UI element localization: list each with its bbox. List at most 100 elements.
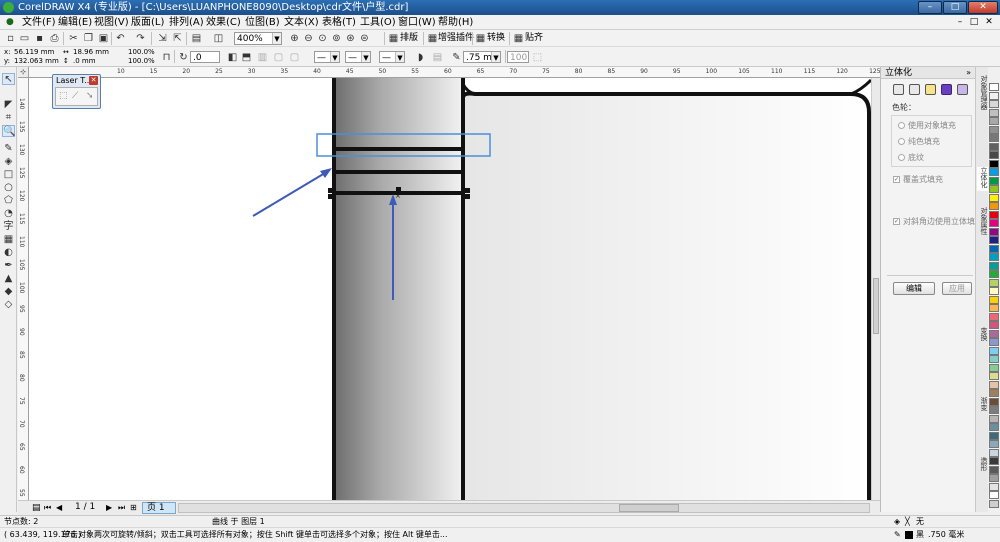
- start-arrow-select[interactable]: — ▼: [314, 51, 340, 63]
- selection-handle[interactable]: [328, 194, 333, 199]
- menu-edit[interactable]: 编辑(E): [58, 16, 92, 29]
- zoom-tool-icon[interactable]: 🔍: [2, 125, 15, 137]
- outline-tool-icon[interactable]: ▲: [2, 273, 15, 285]
- menu-view[interactable]: 视图(V): [94, 16, 129, 29]
- pick-tool-icon[interactable]: ↖: [2, 73, 15, 85]
- palette-swatch[interactable]: [989, 108, 999, 117]
- menu-text[interactable]: 文本(X): [284, 16, 319, 29]
- horizontal-ruler[interactable]: 10 15 20 25 30 35 40 45 50 55 60 65 70 75 80 85 90 95 100 1…: [29, 67, 880, 78]
- laser-arrow-icon[interactable]: ➘: [86, 91, 94, 101]
- palette-swatch[interactable]: [989, 193, 999, 202]
- horizontal-scroll-thumb[interactable]: [619, 504, 679, 512]
- extrude-rotation-icon[interactable]: [909, 84, 920, 95]
- palette-swatch[interactable]: [989, 448, 999, 457]
- doc-minimize-button[interactable]: –: [954, 16, 966, 28]
- freehand-tool-icon[interactable]: ✎: [2, 143, 15, 155]
- crop-tool-icon[interactable]: ⌗: [2, 112, 15, 124]
- mirror-horizontal-icon[interactable]: ◧: [226, 51, 239, 64]
- palette-swatch[interactable]: [989, 491, 999, 499]
- enhance-plugin-label[interactable]: 增强插件: [438, 32, 474, 45]
- palette-swatch[interactable]: [989, 440, 999, 448]
- previous-page-icon[interactable]: ◀: [56, 503, 62, 512]
- palette-swatch[interactable]: [989, 270, 999, 278]
- text-tool-icon[interactable]: 字: [2, 221, 15, 233]
- last-page-icon[interactable]: ⏭: [118, 503, 125, 513]
- wrap-text-icon[interactable]: ▤: [431, 51, 444, 64]
- palette-swatch[interactable]: [989, 414, 999, 423]
- shape-tool-icon[interactable]: ◤: [2, 99, 15, 111]
- tab-object-manager[interactable]: 对象管理器: [977, 75, 988, 119]
- menu-bitmaps[interactable]: 位图(B): [245, 16, 280, 29]
- close-button[interactable]: ✕: [968, 1, 998, 14]
- palette-swatch[interactable]: [989, 389, 999, 397]
- palette-swatch[interactable]: [989, 142, 999, 151]
- palette-swatch[interactable]: [989, 295, 999, 304]
- maximize-button[interactable]: □: [943, 1, 967, 14]
- zoom-icon-4[interactable]: ⊚: [330, 32, 343, 45]
- rotation-angle-field[interactable]: .0: [190, 51, 220, 63]
- zoom-icon[interactable]: ⊕: [288, 32, 301, 45]
- x-position-field[interactable]: 56.119 mm: [14, 48, 54, 57]
- welcome-screen-icon[interactable]: ◫: [212, 32, 225, 45]
- palette-swatch[interactable]: [989, 397, 999, 406]
- tab-transform[interactable]: 变换: [977, 327, 988, 351]
- menu-layout[interactable]: 版面(L): [131, 16, 164, 29]
- zoom-icon-3[interactable]: ⊙: [316, 32, 329, 45]
- palette-swatch[interactable]: [989, 499, 999, 508]
- convert-plugin-label[interactable]: 转换: [487, 32, 505, 45]
- menu-window[interactable]: 窗口(W): [398, 16, 436, 29]
- menu-help[interactable]: 帮助(H): [438, 16, 473, 29]
- vertical-scroll-thumb[interactable]: [873, 278, 879, 334]
- palette-swatch[interactable]: [989, 244, 999, 253]
- interactive-fill-tool-icon[interactable]: ◇: [2, 299, 15, 311]
- tab-shaping[interactable]: 造形: [977, 457, 988, 481]
- redo-icon[interactable]: ↷: [134, 32, 147, 45]
- extrude-lighting-icon[interactable]: [925, 84, 936, 95]
- scale-y-field[interactable]: 100.0: [128, 57, 148, 66]
- palette-swatch[interactable]: [989, 117, 999, 125]
- palette-swatch[interactable]: [989, 202, 999, 210]
- layout-plugin-icon[interactable]: ▦: [387, 32, 400, 45]
- palette-swatch[interactable]: [989, 431, 999, 440]
- overlay-fill-checkbox[interactable]: ✓: [893, 176, 900, 183]
- palette-swatch[interactable]: [989, 219, 999, 227]
- laser-dialog-close-button[interactable]: ✕: [89, 76, 98, 85]
- palette-swatch[interactable]: [989, 372, 999, 380]
- palette-swatch[interactable]: [989, 176, 999, 185]
- y-position-field[interactable]: 132.063 mm: [14, 57, 59, 66]
- drawing-canvas[interactable]: ×: [29, 78, 871, 500]
- align-icon[interactable]: ▥: [256, 51, 269, 64]
- width-field[interactable]: 18.96 mm: [73, 48, 109, 57]
- vertical-scrollbar[interactable]: [871, 78, 880, 500]
- palette-swatch[interactable]: [989, 125, 999, 134]
- extrude-bevel-icon[interactable]: [957, 84, 968, 95]
- laser-tool-icon[interactable]: ⬚: [59, 91, 68, 101]
- palette-swatch[interactable]: [989, 346, 999, 355]
- edit-button[interactable]: 编辑: [893, 282, 935, 295]
- doc-restore-button[interactable]: □: [968, 16, 980, 28]
- palette-swatch[interactable]: [989, 474, 999, 482]
- vertical-ruler[interactable]: 140 135 130 125 120 115 110 105 100 95 90 85 80 75 70 6…: [18, 78, 29, 500]
- palette-swatch[interactable]: [989, 168, 999, 176]
- apply-button[interactable]: 应用: [942, 282, 972, 295]
- paste-icon[interactable]: ▣: [97, 32, 110, 45]
- selection-handle[interactable]: [465, 188, 470, 193]
- end-arrow-select[interactable]: — ▼: [379, 51, 405, 63]
- layout-plugin-label[interactable]: 排版: [400, 32, 418, 45]
- corner-curve-right[interactable]: [850, 78, 871, 96]
- palette-swatch[interactable]: [989, 287, 999, 295]
- first-page-icon[interactable]: ⏮: [44, 503, 51, 513]
- palette-swatch[interactable]: [989, 329, 999, 338]
- palette-swatch[interactable]: [989, 278, 999, 287]
- rectangle-tool-icon[interactable]: □: [2, 169, 15, 181]
- palette-swatch[interactable]: [989, 253, 999, 261]
- palette-swatch[interactable]: [989, 465, 999, 474]
- tab-extrude[interactable]: 立体化: [977, 167, 988, 191]
- palette-swatch[interactable]: [989, 380, 999, 389]
- palette-swatch[interactable]: [989, 100, 999, 108]
- palette-swatch[interactable]: [989, 91, 999, 100]
- undo-icon[interactable]: ↶: [114, 32, 127, 45]
- palette-swatch[interactable]: [989, 321, 999, 329]
- size-field[interactable]: 100: [507, 51, 529, 63]
- copy-icon[interactable]: ❐: [82, 32, 95, 45]
